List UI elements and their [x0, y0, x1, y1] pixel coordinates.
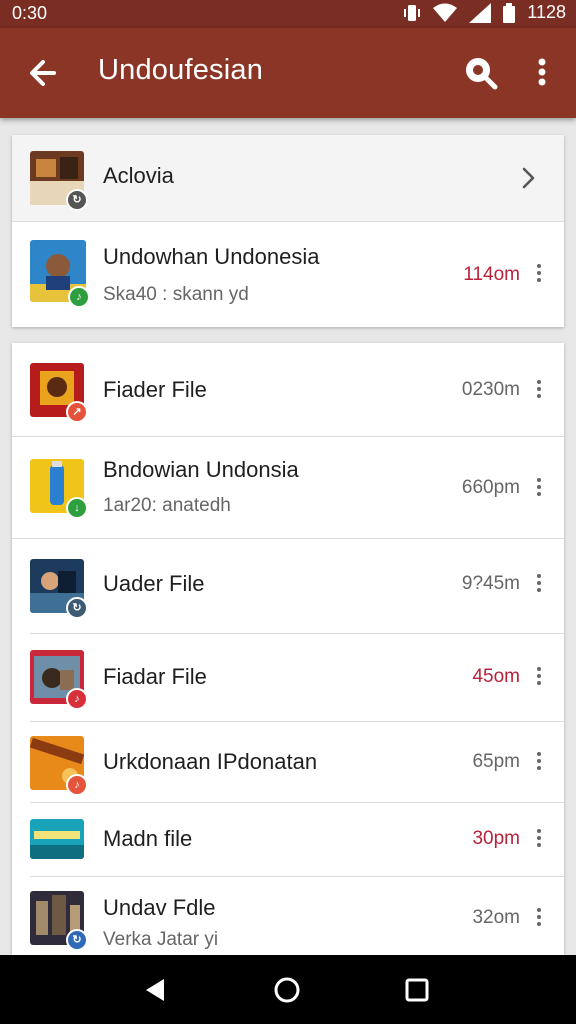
file-thumbnail: ↻ [30, 891, 88, 951]
recent-card: ↻ Aclovia ♪ Undowhan Undonesia Ska40 : s… [12, 135, 564, 327]
file-subtitle: Ska40 : skann yd [103, 284, 249, 305]
file-thumbnail [30, 819, 84, 859]
file-thumbnail: ↓ [30, 459, 88, 519]
search-icon[interactable] [460, 52, 500, 92]
system-nav-bar [0, 955, 576, 1024]
file-time: 9?45m [461, 573, 520, 594]
back-arrow-icon[interactable] [24, 54, 62, 92]
item-menu-icon[interactable] [534, 476, 544, 498]
item-menu-icon[interactable] [534, 665, 544, 687]
file-time: 45om [472, 666, 520, 687]
file-name: Urkdonaan IPdonatan [103, 749, 318, 774]
folder-row[interactable]: ↻ Aclovia [12, 135, 564, 221]
file-name: Bndowian Undonsia [103, 457, 299, 482]
file-name: Undav Fdle [103, 895, 216, 920]
file-thumbnail: ♪ [30, 650, 88, 710]
page-title: Undoufesian [98, 54, 264, 86]
file-time: 30pm [472, 828, 520, 849]
file-name: Fiader File [103, 377, 207, 402]
item-menu-icon[interactable] [534, 906, 544, 928]
file-name: Fiadar File [103, 664, 207, 689]
list-item[interactable]: ♪ Fiadar File 45om [12, 634, 564, 721]
item-menu-icon[interactable] [534, 262, 544, 284]
file-thumbnail: ↗ [30, 363, 88, 423]
more-options-icon[interactable] [528, 54, 556, 94]
item-menu-icon[interactable] [534, 572, 544, 594]
item-menu-icon[interactable] [534, 378, 544, 400]
files-card: ↗ Fiader File 0230m ↓ Bndowian Undonsia … [12, 343, 564, 955]
folder-badge-icon: ↻ [66, 189, 88, 211]
file-type-badge-icon: ♪ [66, 688, 88, 710]
status-icons: 1128 [403, 2, 566, 23]
file-subtitle: 1ar20: anatedh [103, 495, 231, 516]
file-name: Undowhan Undonesia [103, 244, 320, 269]
file-time: 0230m [461, 379, 520, 400]
status-time: 0:30 [12, 3, 48, 23]
file-name: Uader File [103, 571, 205, 596]
item-menu-icon[interactable] [534, 750, 544, 772]
file-type-badge-icon: ↻ [66, 929, 88, 951]
item-menu-icon[interactable] [534, 827, 544, 849]
status-bar: 0:30 1128 [0, 0, 576, 28]
file-time: 660pm [461, 477, 520, 498]
file-time: 65pm [472, 751, 520, 772]
file-type-badge-icon: ♪ [68, 286, 90, 308]
file-time: 114om [463, 264, 520, 285]
list-item[interactable]: ♪ Urkdonaan IPdonatan 65pm [12, 722, 564, 802]
list-item[interactable]: ↗ Fiader File 0230m [12, 343, 564, 436]
file-type-badge-icon: ♪ [66, 774, 88, 796]
nav-back-icon[interactable] [140, 975, 170, 1005]
file-thumbnail: ↻ [30, 559, 88, 619]
folder-thumbnail: ↻ [30, 151, 88, 211]
wifi-icon [433, 3, 458, 22]
list-item[interactable]: Madn file 30pm [12, 803, 564, 876]
file-type-badge-icon: ↗ [66, 401, 88, 423]
file-name: Madn file [103, 826, 193, 851]
file-subtitle: Verka Jatar yi [103, 929, 219, 950]
file-type-badge-icon: ↓ [66, 497, 88, 519]
list-item[interactable]: ↻ Undav Fdle Verka Jatar yi 32om [12, 877, 564, 955]
list-item[interactable]: ↻ Uader File 9?45m [12, 539, 564, 633]
nav-recents-icon[interactable] [402, 975, 432, 1005]
battery-icon [503, 2, 516, 23]
folder-label: Aclovia [103, 163, 174, 188]
file-type-badge-icon: ↻ [66, 597, 88, 619]
chevron-right-icon[interactable] [518, 165, 538, 191]
file-art-image [30, 819, 84, 859]
status-clock-right: 1128 [527, 2, 566, 22]
file-thumbnail: ♪ [30, 736, 88, 796]
list-item[interactable]: ↓ Bndowian Undonsia 1ar20: anatedh 660pm [12, 437, 564, 538]
app-bar: Undoufesian [0, 28, 576, 118]
list-item[interactable]: ♪ Undowhan Undonesia Ska40 : skann yd 11… [12, 222, 564, 327]
nav-home-icon[interactable] [272, 975, 302, 1005]
file-time: 32om [472, 907, 520, 928]
vibrate-icon [404, 4, 421, 21]
signal-icon [469, 2, 492, 23]
file-thumbnail: ♪ [30, 240, 90, 308]
